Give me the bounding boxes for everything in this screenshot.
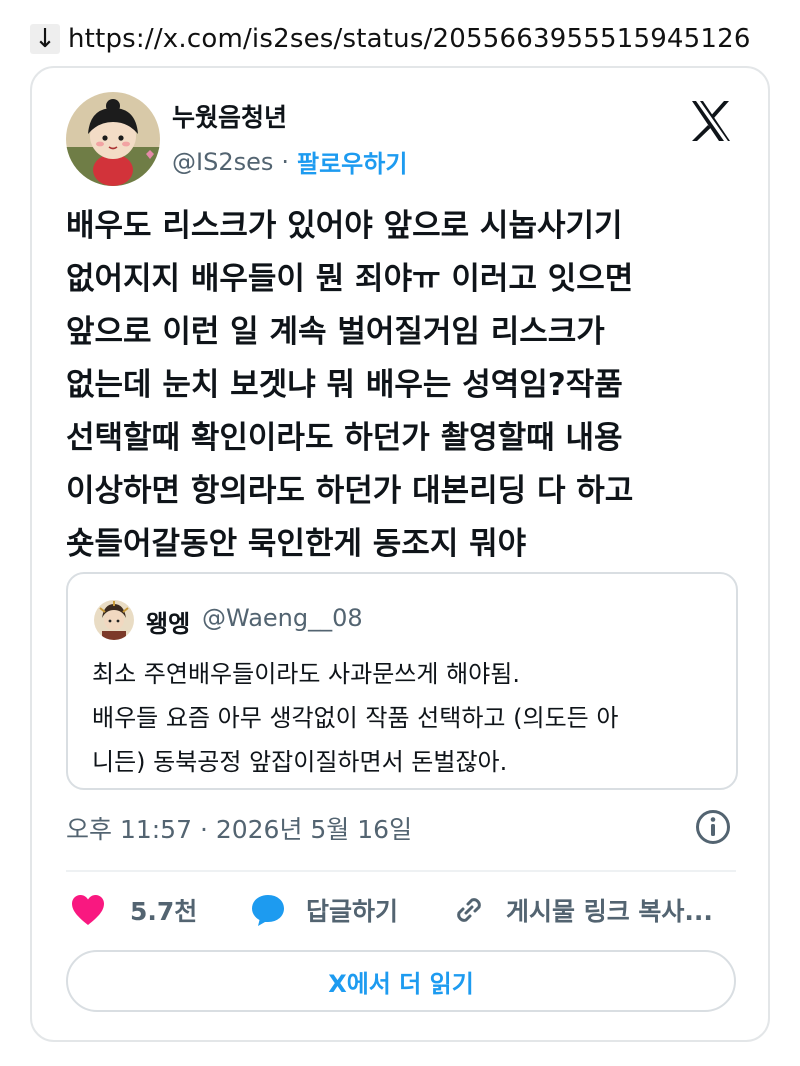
link-icon [457,898,481,922]
quoted-tweet[interactable]: 왱엥 @Waeng__08 최소 주연배우들이라도 사과문쓰게 해야됨. 배우들… [66,572,738,790]
info-icon[interactable] [694,808,732,846]
reply-bubble-icon [252,895,284,926]
tweet-text: 배우도 리스크가 있어야 앞으로 시놉사기기 없어지지 배우들이 뭔 죄야ㅠ 이… [66,208,634,562]
copy-link-label: 게시물 링크 복사... [506,897,713,926]
quote-text: 최소 주연배우들이라도 사과문쓰게 해야됨. 배우들 요즘 아무 생각없이 작품… [92,660,619,776]
quote-avatar[interactable] [94,600,134,640]
action-bar: 5.7천 답글하기 게시물 링크 복사... [66,886,746,934]
down-arrow-icon: ↓ [30,24,60,54]
separator-dot: · [281,147,289,176]
url-bar: ↓ https://x.com/is2ses/status/2055663955… [30,18,751,60]
quote-avatar-icon [94,600,134,640]
author-name[interactable]: 누웠음청년 [172,98,287,134]
quote-author-handle[interactable]: @Waeng__08 [202,604,363,632]
tweet-card: 누웠음청년 @IS2ses · 팔로우하기 배우도 리스크가 있어야 앞으로 시… [30,66,770,1042]
read-more-button[interactable]: X에서 더 읽기 [66,950,736,1012]
avatar-character-icon [66,92,160,186]
author-avatar[interactable] [66,92,160,186]
follow-link[interactable]: 팔로우하기 [297,144,407,179]
reply-button[interactable]: 답글하기 [250,886,398,934]
url-text[interactable]: https://x.com/is2ses/status/205566395551… [68,24,751,54]
handle-row: @IS2ses · 팔로우하기 [172,144,407,179]
quote-author-name[interactable]: 왱엥 [146,604,190,639]
heart-icon [72,895,104,925]
tweet-timestamp[interactable]: 오후 11:57 · 2026년 5월 16일 [66,810,412,846]
reply-label: 답글하기 [306,897,399,926]
x-logo-icon[interactable] [688,98,734,144]
like-count: 5.7천 [130,897,198,926]
like-button[interactable]: 5.7천 [70,886,197,934]
copy-link-button[interactable]: 게시물 링크 복사... [452,886,713,934]
author-handle[interactable]: @IS2ses [172,148,273,176]
divider [66,870,736,872]
